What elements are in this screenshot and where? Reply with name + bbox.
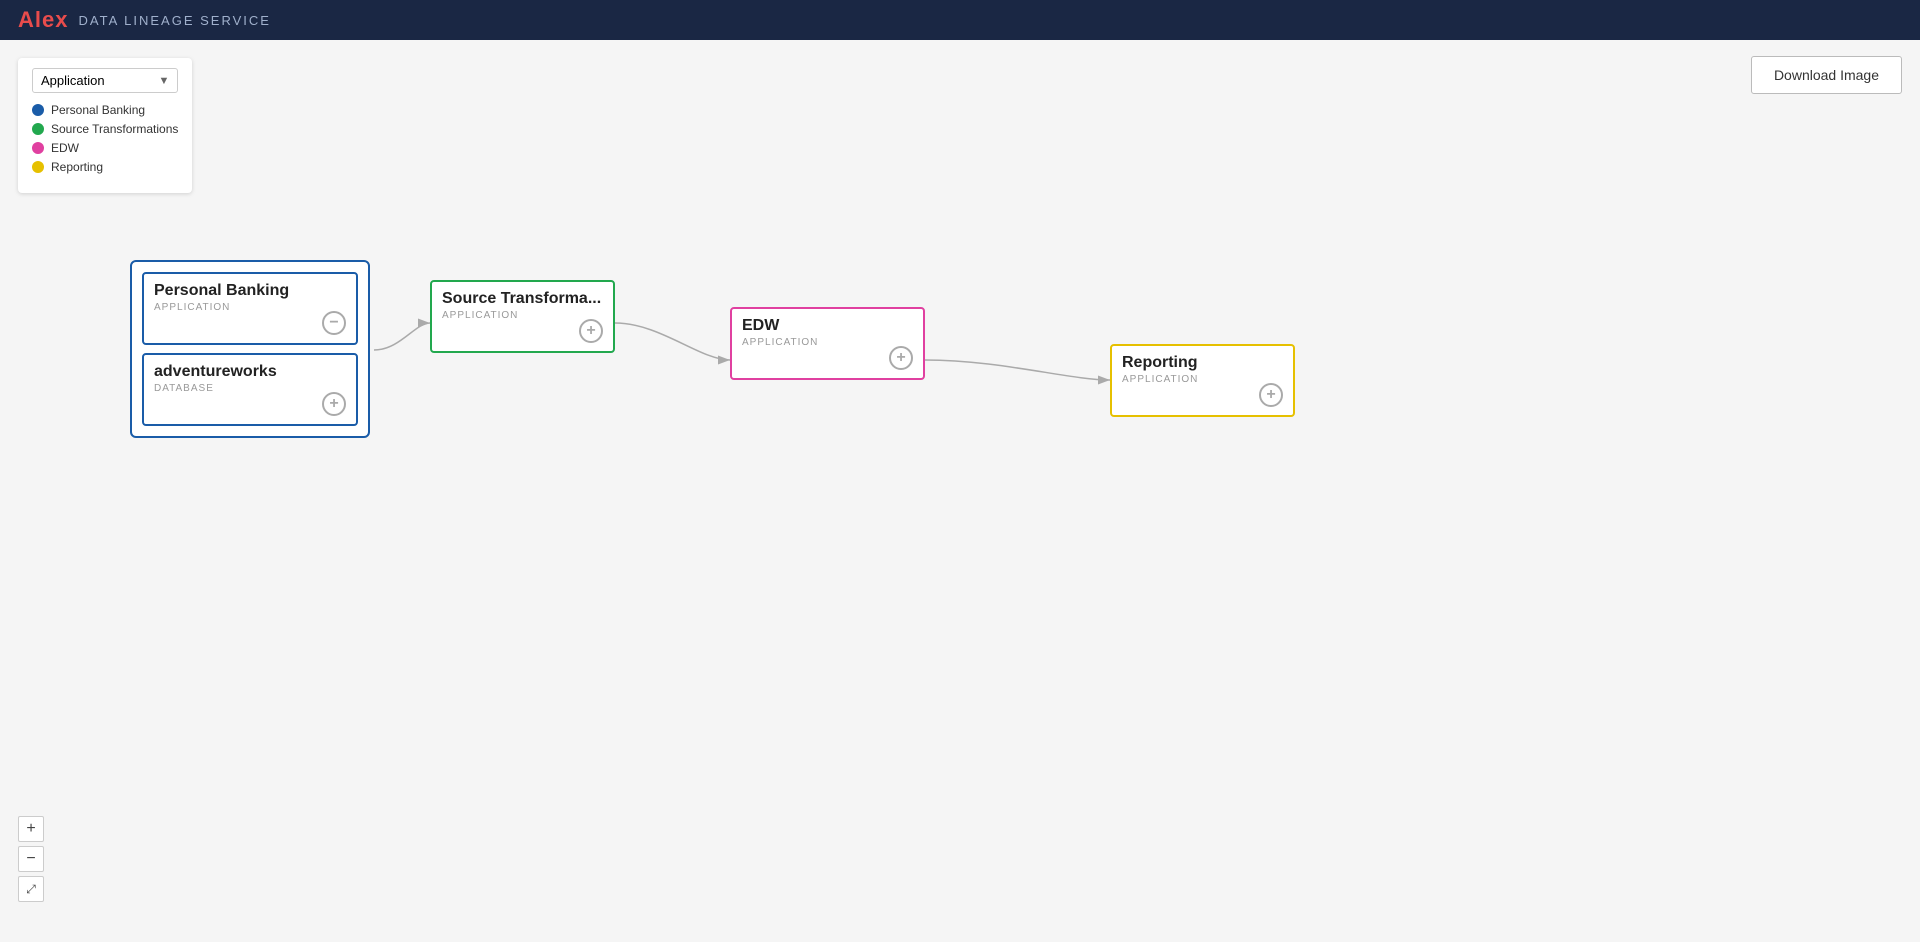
node-adventureworks[interactable]: adventureworks DATABASE + xyxy=(142,353,358,426)
legend-label-reporting: Reporting xyxy=(51,160,103,174)
reporting-subtitle: APPLICATION xyxy=(1122,374,1283,385)
zoom-fit-button[interactable]: ⤢ xyxy=(18,876,44,902)
download-image-button[interactable]: Download Image xyxy=(1751,56,1902,94)
navbar: Alex DATA LINEAGE SERVICE xyxy=(0,0,1920,40)
edw-subtitle: APPLICATION xyxy=(742,337,913,348)
source-transformations-expand-button[interactable]: + xyxy=(579,319,603,343)
source-transformations-title: Source Transforma... xyxy=(442,290,603,308)
legend-dot-source-transformations xyxy=(32,123,44,135)
node-personal-banking-group: Personal Banking APPLICATION − adventure… xyxy=(130,260,370,438)
legend-label-personal-banking: Personal Banking xyxy=(51,103,145,117)
logo-text: Ale xyxy=(18,7,55,32)
source-transformations-subtitle: APPLICATION xyxy=(442,310,603,321)
legend-item-reporting: Reporting xyxy=(32,160,178,174)
personal-banking-subtitle: APPLICATION xyxy=(154,302,346,313)
zoom-in-button[interactable]: + xyxy=(18,816,44,842)
node-personal-banking[interactable]: Personal Banking APPLICATION − xyxy=(142,272,358,345)
reporting-expand-button[interactable]: + xyxy=(1259,383,1283,407)
legend-item-edw: EDW xyxy=(32,141,178,155)
node-edw[interactable]: EDW APPLICATION + xyxy=(730,307,925,380)
legend-label-edw: EDW xyxy=(51,141,79,155)
legend-dot-reporting xyxy=(32,161,44,173)
personal-banking-title: Personal Banking xyxy=(154,282,346,300)
reporting-title: Reporting xyxy=(1122,354,1283,372)
filter-select[interactable]: Application ▼ xyxy=(32,68,178,93)
logo: Alex xyxy=(18,7,69,33)
personal-banking-collapse-button[interactable]: − xyxy=(322,311,346,335)
logo-accent: x xyxy=(55,7,68,32)
adventureworks-subtitle: DATABASE xyxy=(154,383,346,394)
zoom-out-button[interactable]: − xyxy=(18,846,44,872)
legend-label-source-transformations: Source Transformations xyxy=(51,122,178,136)
edw-expand-button[interactable]: + xyxy=(889,346,913,370)
legend-item-source-transformations: Source Transformations xyxy=(32,122,178,136)
node-reporting[interactable]: Reporting APPLICATION + xyxy=(1110,344,1295,417)
filter-label: Application xyxy=(41,73,105,88)
nav-title: DATA LINEAGE SERVICE xyxy=(79,13,271,28)
legend-item-personal-banking: Personal Banking xyxy=(32,103,178,117)
adventureworks-title: adventureworks xyxy=(154,363,346,381)
chevron-down-icon: ▼ xyxy=(159,75,170,87)
edw-title: EDW xyxy=(742,317,913,335)
node-source-transformations[interactable]: Source Transforma... APPLICATION + xyxy=(430,280,615,353)
legend-dot-edw xyxy=(32,142,44,154)
flow-arrows xyxy=(0,40,1920,942)
canvas-area: Application ▼ Personal Banking Source Tr… xyxy=(0,40,1920,942)
adventureworks-expand-button[interactable]: + xyxy=(322,392,346,416)
filter-panel: Application ▼ Personal Banking Source Tr… xyxy=(18,58,192,193)
legend-dot-personal-banking xyxy=(32,104,44,116)
zoom-controls: + − ⤢ xyxy=(18,816,44,902)
